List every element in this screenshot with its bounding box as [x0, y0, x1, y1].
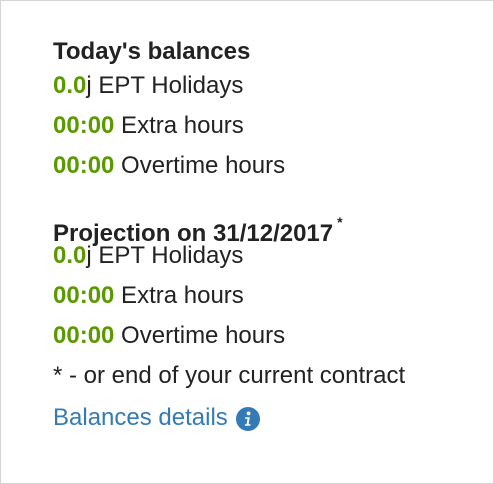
today-ept-holidays-value: 0.0 — [53, 72, 87, 99]
today-ept-holidays-label: EPT Holidays — [91, 72, 244, 99]
projection-extra-hours-label: Extra hours — [114, 282, 244, 309]
projection-overtime-hours-value: 00:00 — [53, 322, 115, 349]
balances-details-row: Balances details — [53, 401, 483, 435]
today-extra-hours-label: Extra hours — [114, 112, 244, 139]
todays-balances-heading: Today's balances — [53, 38, 251, 65]
info-icon[interactable] — [235, 407, 260, 431]
balances-panel: Today's balances 0.0j EPT Holidays 00:00… — [0, 0, 494, 484]
balances-details-link[interactable]: Balances details — [53, 403, 228, 433]
projection-overtime-hours-label: Overtime hours — [114, 322, 286, 349]
projection-heading: Projection on 31/12/2017 * — [53, 207, 483, 247]
today-ept-holidays-row: 0.0j EPT Holidays — [53, 71, 483, 111]
projection-ept-holidays-value: 0.0 — [53, 242, 87, 269]
contract-footnote: * - or end of your current contract — [53, 362, 406, 389]
projection-ept-holidays-row: 0.0j EPT Holidays — [53, 241, 483, 281]
projection-ept-holidays-label: EPT Holidays — [91, 242, 244, 269]
today-extra-hours-row: 00:00 Extra hours — [53, 111, 483, 151]
balances-content: Today's balances 0.0j EPT Holidays 00:00… — [53, 37, 483, 435]
projection-extra-hours-value: 00:00 — [53, 282, 115, 309]
today-extra-hours-value: 00:00 — [53, 112, 115, 139]
today-overtime-hours-row: 00:00 Overtime hours — [53, 151, 483, 191]
projection-footnote-marker: * — [337, 214, 343, 230]
today-overtime-hours-value: 00:00 — [53, 152, 115, 179]
projection-extra-hours-row: 00:00 Extra hours — [53, 281, 483, 321]
projection-overtime-hours-row: 00:00 Overtime hours — [53, 321, 483, 361]
today-overtime-hours-label: Overtime hours — [114, 152, 286, 179]
